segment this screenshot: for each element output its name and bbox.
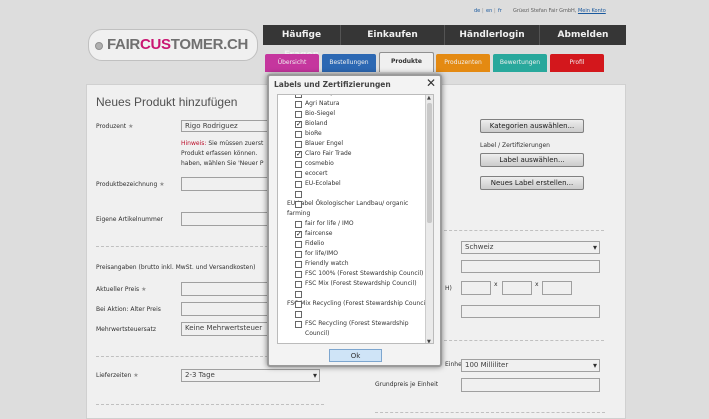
label-option[interactable]: EU-Label Ökologischer Landbau/ organic f… [278,199,433,219]
label-option[interactable]: for life/IMO [278,249,433,259]
label-option[interactable]: FSC Mix (Forest Stewardship Council) [278,279,433,289]
label-option[interactable]: FSC Recycling (Forest Stewardship Counci… [278,319,433,339]
label-option[interactable]: EU-Ecolabel [278,179,433,189]
ok-button[interactable]: Ok [329,349,382,362]
checkbox[interactable] [295,171,302,178]
label-option[interactable] [278,309,433,319]
labels-dialog: Labels und Zertifizierungen ✕ Transfair/… [267,74,442,367]
scroll-down-icon[interactable]: ▼ [427,339,431,343]
checkbox[interactable] [295,111,302,118]
close-icon[interactable]: ✕ [426,76,436,90]
label-option-text: FSC Recycling (Forest Stewardship Counci… [305,320,409,337]
label-option-text: EU-Ecolabel [305,180,341,187]
label-option[interactable]: Agri Natura [278,99,433,109]
checkbox[interactable] [295,251,302,258]
checkbox[interactable] [295,321,302,328]
label-option-text: FSC 100% (Forest Stewardship Council) [305,270,424,277]
label-option[interactable]: Bioland [278,119,433,129]
checkbox[interactable] [295,191,302,198]
checkbox[interactable] [295,311,302,318]
label-option-text: cosmebio [305,160,334,167]
label-option-text: Fidelio [305,240,325,247]
checkbox[interactable] [295,131,302,138]
label-option[interactable]: faircense [278,229,433,239]
checkbox[interactable] [295,221,302,228]
scrollbar-thumb[interactable] [427,103,432,223]
dialog-title: Labels und Zertifizierungen [274,80,391,89]
labels-items: Transfair/FairtradeAgri NaturaBio-Siegel… [278,95,433,339]
labels-list[interactable]: Transfair/FairtradeAgri NaturaBio-Siegel… [277,94,434,344]
label-option[interactable]: Bio-Siegel [278,109,433,119]
label-option[interactable]: Friendly watch [278,259,433,269]
label-option[interactable]: fair for life / IMO [278,219,433,229]
label-option-text: faircense [305,230,333,237]
label-option-text: Bioland [305,120,328,127]
scrollbar[interactable]: ▲ ▼ [425,95,433,343]
checkbox[interactable] [295,161,302,168]
checkbox[interactable] [295,201,302,208]
label-option[interactable]: Blauer Engel [278,139,433,149]
scroll-up-icon[interactable]: ▲ [427,95,431,101]
checkbox[interactable] [295,241,302,248]
checkbox[interactable] [295,291,302,298]
label-option[interactable] [278,289,433,299]
checkbox[interactable] [295,141,302,148]
label-option[interactable]: cosmebio [278,159,433,169]
checkbox[interactable] [295,229,302,239]
checkbox[interactable] [295,271,302,278]
label-option-text: Friendly watch [305,260,349,267]
label-option-text: for life/IMO [305,250,338,257]
label-option-text: EU-Label Ökologischer Landbau/ organic f… [287,200,409,217]
checkbox[interactable] [295,301,302,308]
label-option-text: FSC Mix (Forest Stewardship Council) [305,280,417,287]
label-option-text: ecocert [305,170,328,177]
label-option-text: FSC Mix Recycling (Forest Stewardship Co… [287,300,430,307]
label-option[interactable]: FSC Mix Recycling (Forest Stewardship Co… [278,299,433,309]
checkbox[interactable] [295,95,302,98]
label-option-text: Agri Natura [305,100,340,107]
label-option-text: Claro Fair Trade [305,150,352,157]
label-option[interactable]: Claro Fair Trade [278,149,433,159]
label-option-text: bioRe [305,130,322,137]
label-option-text: Blauer Engel [305,140,344,147]
label-option[interactable]: ecocert [278,169,433,179]
label-option-text: Bio-Siegel [305,110,336,117]
label-option[interactable]: Fidelio [278,239,433,249]
label-option-text: fair for life / IMO [305,220,354,227]
checkbox[interactable] [295,261,302,268]
label-option[interactable] [278,189,433,199]
label-option[interactable]: bioRe [278,129,433,139]
label-option[interactable]: FSC 100% (Forest Stewardship Council) [278,269,433,279]
checkbox[interactable] [295,149,302,159]
checkbox[interactable] [295,181,302,188]
checkbox[interactable] [295,119,302,129]
checkbox[interactable] [295,281,302,288]
checkbox[interactable] [295,101,302,108]
